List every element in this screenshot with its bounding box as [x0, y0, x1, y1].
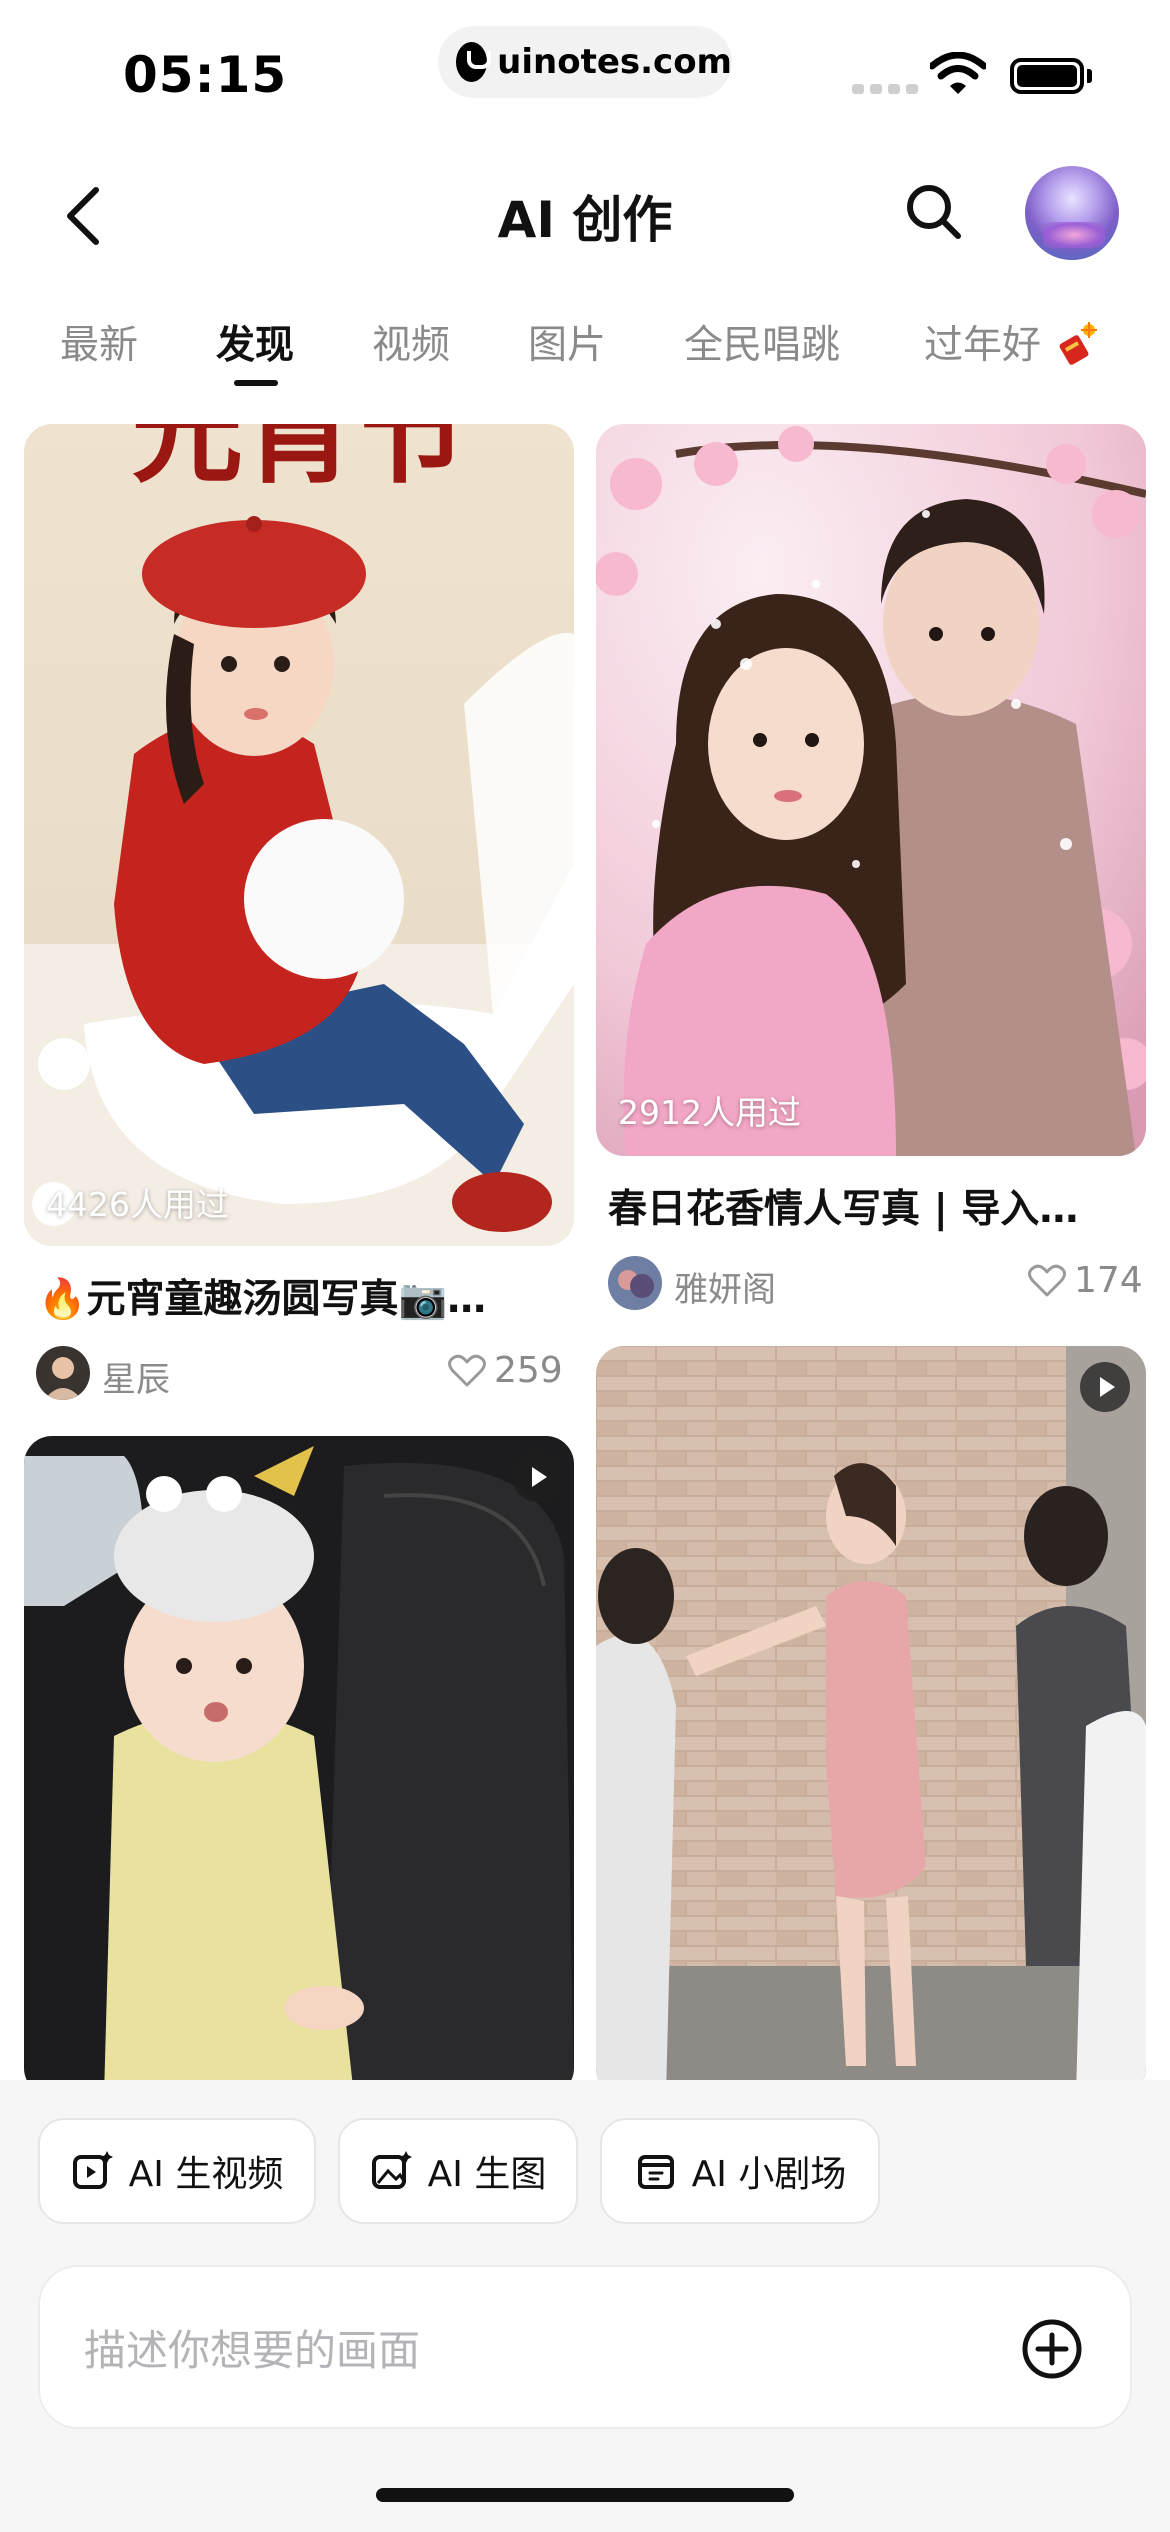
author-name[interactable]: 雅妍阁	[674, 1262, 776, 1311]
card-title[interactable]: 春日花香情人写真 | 导入…	[608, 1178, 1136, 1234]
prompt-box	[38, 2265, 1132, 2429]
like-count: 174	[1074, 1260, 1143, 1301]
url-text: uinotes.com	[497, 42, 732, 82]
play-icon	[512, 1452, 562, 1502]
author-name[interactable]: 星辰	[102, 1352, 170, 1401]
ai-video-label: AI 生视频	[128, 2154, 284, 2195]
category-tabs: 最新 发现 视频 图片 全民唱跳 过年好	[0, 300, 1170, 390]
feed-card-video[interactable]	[596, 1346, 1146, 2096]
like-button[interactable]: 174	[1028, 1260, 1143, 1301]
url-pill[interactable]: uinotes.com	[438, 26, 732, 98]
top-header: AI 创作	[0, 150, 1170, 280]
author-avatar[interactable]	[608, 1256, 662, 1310]
card-image: 元宵节	[24, 424, 574, 1246]
play-icon	[1080, 1362, 1130, 1412]
like-button[interactable]: 259	[448, 1350, 563, 1391]
firecracker-icon	[1059, 322, 1098, 365]
feed-card-video[interactable]	[24, 1436, 574, 2096]
card-video-thumbnail	[596, 1346, 1146, 2096]
like-count: 259	[494, 1350, 563, 1391]
tab-video[interactable]: 视频	[372, 314, 450, 370]
usage-count: 4426人用过	[46, 1185, 229, 1224]
card-overlay-title: 元宵节	[131, 424, 467, 497]
status-bar: 05:15 uinotes.com	[0, 0, 1170, 150]
heart-icon	[448, 1354, 486, 1386]
add-circle-icon[interactable]	[1020, 2317, 1084, 2381]
battery-icon	[1010, 58, 1084, 94]
ai-image-button[interactable]: AI 生图	[338, 2118, 578, 2224]
home-indicator[interactable]	[376, 2488, 794, 2502]
search-icon[interactable]	[902, 180, 966, 244]
card-image	[596, 424, 1146, 1156]
user-avatar[interactable]	[1023, 164, 1121, 262]
image-sparkle-icon	[371, 2151, 412, 2189]
card-video-thumbnail	[24, 1436, 574, 2096]
ai-theater-button[interactable]: AI 小剧场	[600, 2118, 880, 2224]
tab-latest[interactable]: 最新	[60, 314, 138, 370]
card-title[interactable]: 🔥元宵童趣汤圆写真📷…	[38, 1268, 566, 1324]
wifi-icon	[930, 52, 986, 94]
usage-count: 2912人用过	[618, 1093, 801, 1132]
tab-image[interactable]: 图片	[528, 314, 606, 370]
video-sparkle-icon	[72, 2151, 113, 2189]
prompt-input[interactable]	[84, 2315, 984, 2385]
create-panel: AI 生视频 AI 生图 AI 小剧场	[0, 2080, 1170, 2532]
cellular-signal-icon	[852, 84, 918, 94]
ai-theater-label: AI 小剧场	[691, 2154, 847, 2195]
theater-icon	[637, 2155, 674, 2189]
tab-discover[interactable]: 发现	[216, 314, 294, 370]
heart-icon	[1028, 1264, 1066, 1296]
feed-card-image[interactable]: 2912人用过	[596, 424, 1146, 1156]
active-tab-indicator	[234, 380, 278, 386]
tab-new-year[interactable]: 过年好	[924, 314, 1098, 370]
page-title: AI 创作	[497, 191, 673, 249]
feed-card-image[interactable]: 元宵节 4426人用过	[24, 424, 574, 1246]
status-time: 05:15	[123, 46, 288, 104]
author-avatar[interactable]	[36, 1346, 90, 1400]
ai-image-label: AI 生图	[427, 2154, 547, 2195]
site-logo-icon	[456, 42, 492, 82]
ai-video-button[interactable]: AI 生视频	[38, 2118, 316, 2224]
tab-sing-dance[interactable]: 全民唱跳	[684, 314, 840, 370]
